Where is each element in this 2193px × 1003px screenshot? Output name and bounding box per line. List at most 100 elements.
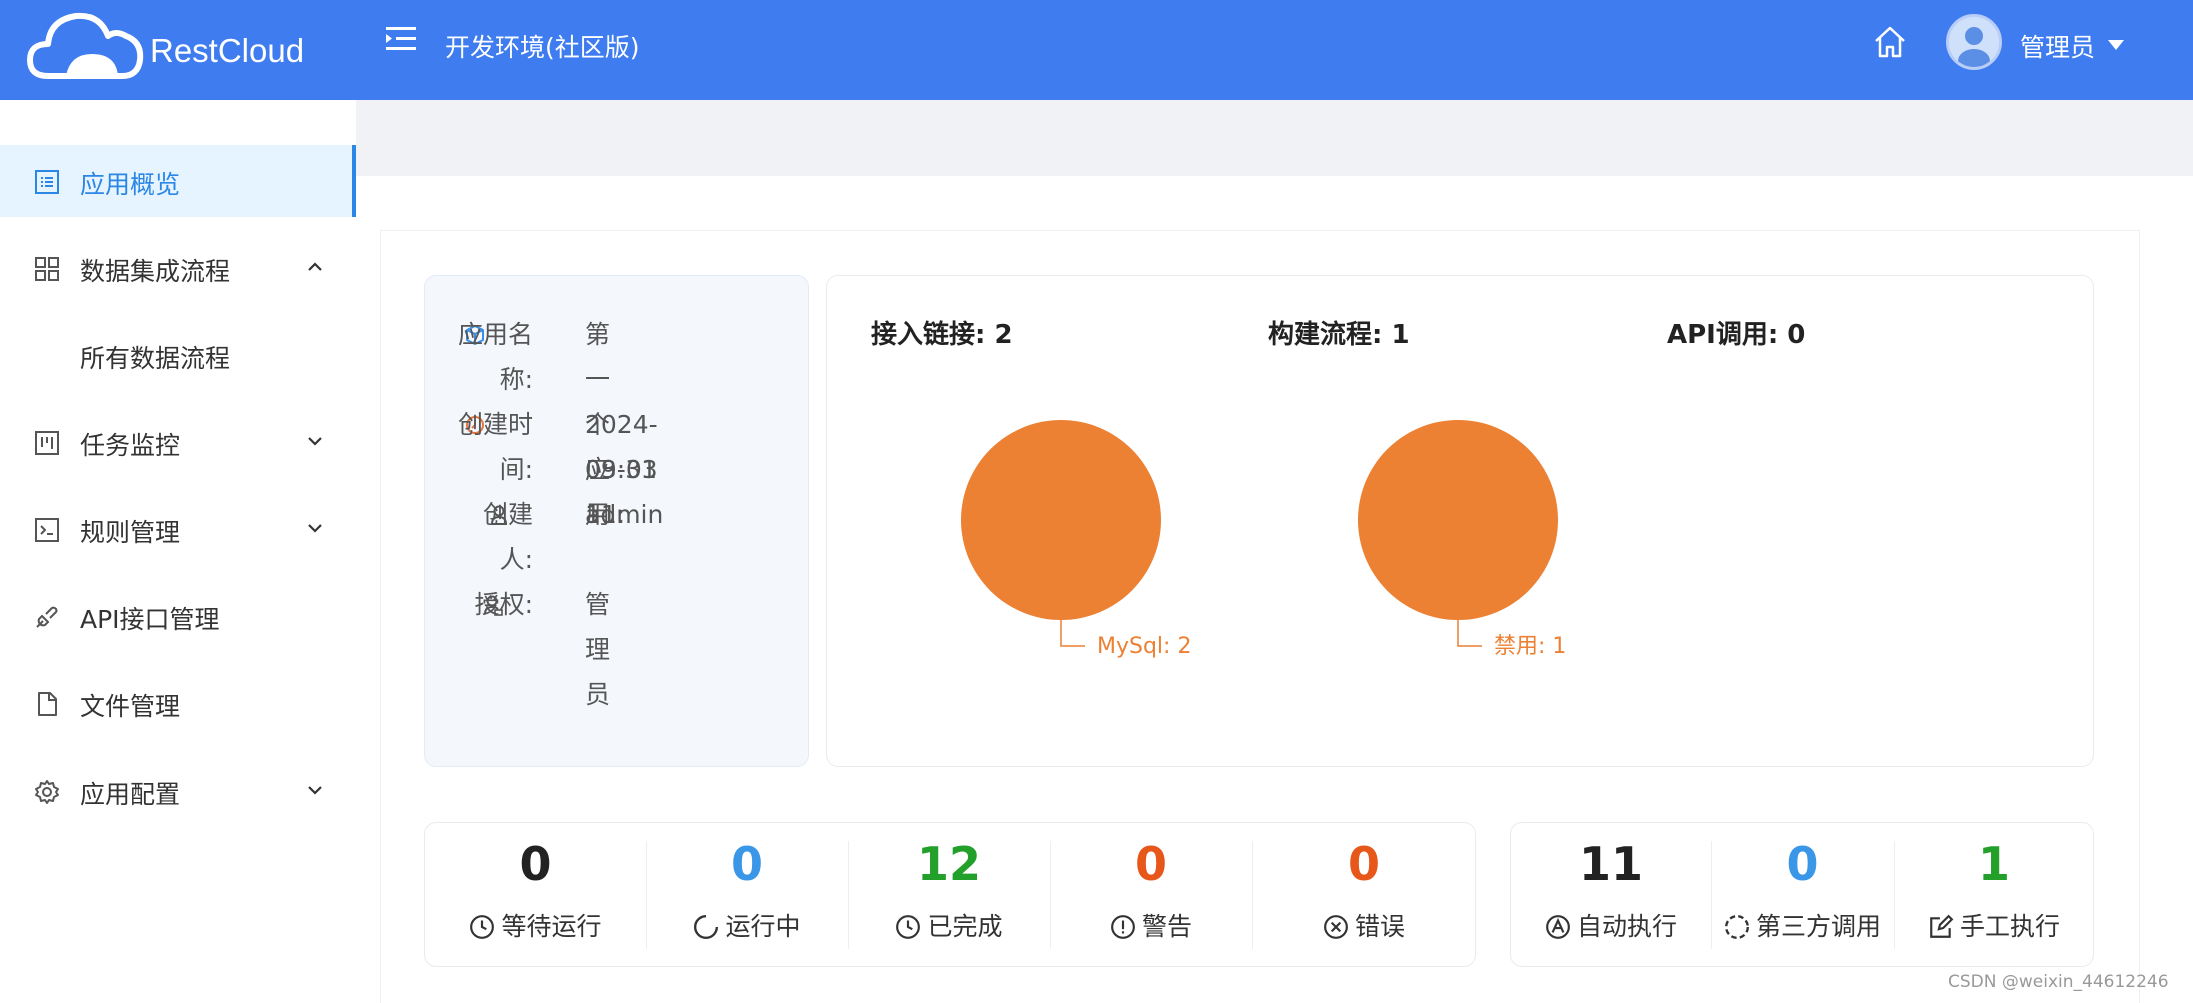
loading-icon (694, 914, 719, 939)
execution-type-stats: 11 自动执行 0 第三方调用 1 手工执行 (1510, 822, 2094, 967)
stat-label: 第三方调用 (1711, 907, 1894, 943)
brand-name[interactable]: RestCloud (150, 32, 304, 70)
home-icon[interactable] (1872, 24, 1908, 60)
stat-divider (848, 841, 849, 949)
auto-icon (1546, 915, 1570, 939)
stat-cell[interactable]: 0 等待运行 (425, 823, 646, 968)
watermark: CSDN @weixin_44612246 (1948, 972, 2169, 992)
error-icon (1324, 915, 1348, 939)
sidebar-item-overview[interactable]: 应用概览 (0, 145, 356, 217)
sidebar-item-label: 任务监控 (80, 431, 181, 460)
stat-label: 手工执行 (1894, 907, 2094, 943)
pie-slice[interactable] (1358, 420, 1558, 620)
creator-label: 创建 (482, 500, 533, 529)
menu-fold-icon[interactable] (384, 24, 418, 54)
caret-down-icon[interactable] (2108, 40, 2124, 50)
clock-icon (896, 915, 921, 939)
stat-cell[interactable]: 12 已完成 (848, 823, 1050, 968)
environment-title: 开发环境(社区版) (445, 33, 640, 62)
sidebar-item-api[interactable]: API接口管理 (0, 580, 356, 652)
stat-value: 0 (519, 837, 552, 891)
stat-label: 等待运行 (425, 907, 646, 943)
gear-icon (35, 780, 59, 804)
stat-divider (1711, 841, 1712, 949)
stat-label: 运行中 (646, 907, 848, 943)
chevron-down-icon (308, 786, 322, 795)
top-header: RestCloud 开发环境(社区版) 管理员 (0, 0, 2193, 100)
stat-cell[interactable]: 0 第三方调用 (1711, 823, 1894, 968)
created-time-label: 创建时 (457, 410, 533, 439)
pie-charts: MySql: 2 禁用: 1 (961, 420, 1566, 659)
stat-label: 错误 (1252, 907, 1476, 943)
flows-count: 构建流程: 1 (1268, 320, 1410, 350)
stat-value: 0 (1347, 837, 1380, 891)
edit-icon (1930, 914, 1954, 938)
stat-cell[interactable]: 11 自动执行 (1511, 823, 1711, 968)
app-name-label-cont: 称: (499, 365, 533, 394)
stat-label-text: 第三方调用 (1755, 912, 1881, 941)
stat-label-text: 错误 (1354, 912, 1405, 941)
sidebar-item-data-integration[interactable]: 数据集成流程 (0, 232, 356, 304)
links-count: 接入链接: 2 (871, 320, 1013, 350)
stat-cell[interactable]: 1 手工执行 (1894, 823, 2094, 968)
grid-icon (35, 257, 59, 281)
overview-icon (35, 170, 59, 194)
sidebar-item-label: 所有数据流程 (80, 344, 231, 373)
created-time-label-cont: 间: (499, 455, 533, 484)
stat-cell[interactable]: 0 警告 (1050, 823, 1252, 968)
user-avatar-icon (1949, 17, 1999, 67)
pie-slice[interactable] (961, 420, 1161, 620)
stat-cell[interactable]: 0 错误 (1252, 823, 1476, 968)
stat-divider (1050, 841, 1051, 949)
api-calls-count: API调用: 0 (1667, 320, 1806, 350)
chevron-down-icon (308, 437, 322, 446)
stat-label-text: 已完成 (927, 912, 1003, 941)
sidebar-item-label: API接口管理 (80, 605, 220, 634)
stat-label-text: 等待运行 (501, 912, 602, 941)
stat-label-text: 运行中 (725, 912, 801, 941)
user-menu-name[interactable]: 管理员 (2020, 28, 2095, 64)
sidebar-item-rules[interactable]: 规则管理 (0, 493, 356, 565)
sidebar-item-all-flows[interactable]: 所有数据流程 (0, 319, 356, 391)
stat-label: 警告 (1050, 907, 1252, 943)
stat-value: 0 (1786, 837, 1819, 891)
api-icon (36, 606, 58, 628)
sidebar-item-label: 规则管理 (80, 518, 181, 547)
sidebar-item-label: 数据集成流程 (80, 257, 231, 286)
monitor-icon (35, 431, 59, 455)
sidebar-item-app-config[interactable]: 应用配置 (0, 755, 356, 827)
app-name-label: 应用名 (457, 320, 533, 349)
task-status-stats: 0 等待运行 0 运行中 12 已完成 0 警告 0 错误 (424, 822, 1476, 967)
pie-slice-label: MySql: 2 (1097, 634, 1191, 659)
creator-value: admin (585, 500, 664, 529)
chevron-up-icon (308, 262, 322, 271)
stat-divider (1894, 841, 1895, 949)
sidebar-item-label: 文件管理 (80, 692, 181, 721)
file-icon (38, 692, 57, 716)
stat-value: 0 (730, 837, 763, 891)
user-avatar[interactable] (1946, 14, 2002, 70)
sidebar-item-files[interactable]: 文件管理 (0, 667, 356, 739)
stat-label: 自动执行 (1511, 907, 1711, 943)
app-info-panel: 应用名 称: 第一个应用 创建时 间: 2024-03-03 11: 09:31… (424, 275, 809, 767)
sidebar: 应用概览 数据集成流程 所有数据流程 任务监控 规则管理 API接口管理 文件管… (0, 100, 356, 1003)
sidebar-item-label: 应用概览 (80, 170, 181, 199)
stat-divider (646, 841, 647, 949)
stat-divider (1252, 841, 1253, 949)
stat-label: 已完成 (848, 907, 1050, 943)
sidebar-item-task-monitor[interactable]: 任务监控 (0, 406, 356, 478)
pie-label-line (1060, 620, 1085, 647)
pie-slice-label: 禁用: 1 (1494, 634, 1566, 659)
terminal-icon (35, 518, 59, 542)
creator-label-cont: 人: (499, 545, 533, 574)
clock-icon (470, 915, 495, 939)
stat-label-text: 自动执行 (1576, 912, 1677, 941)
pie-label-line (1457, 620, 1482, 647)
cloud-logo-icon[interactable] (26, 6, 146, 86)
content-header-band (356, 100, 2193, 176)
authorization-label: 授权: (474, 590, 533, 619)
stat-value: 11 (1578, 837, 1643, 891)
sidebar-item-label: 应用配置 (80, 780, 181, 809)
stat-cell[interactable]: 0 运行中 (646, 823, 848, 968)
third-party-icon (1724, 914, 1750, 940)
